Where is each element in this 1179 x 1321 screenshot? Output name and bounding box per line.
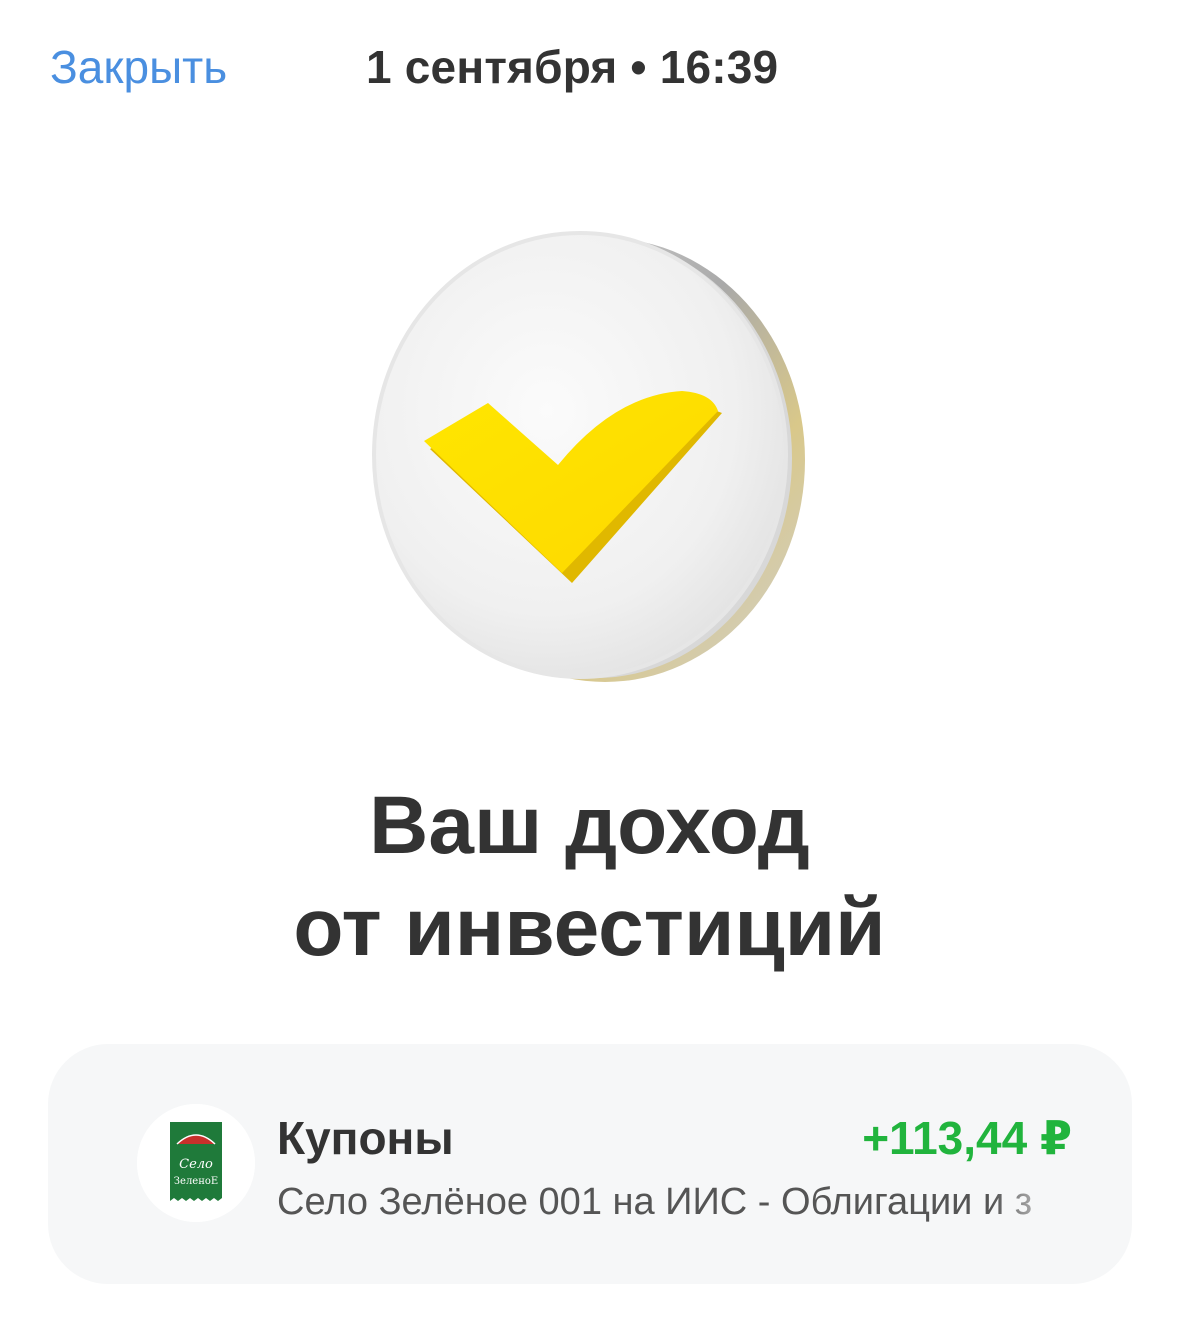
income-headline-line-2: от инвестиций: [293, 882, 886, 973]
operation-card[interactable]: Село ЗеленоЕ Купоны +113,44 ₽ Село Зелён…: [48, 1044, 1132, 1284]
issuer-logo-text-2: ЗеленоЕ: [174, 1176, 218, 1187]
issuer-logo: Село ЗеленоЕ: [137, 1104, 255, 1222]
operation-type: Купоны: [277, 1112, 454, 1164]
close-button[interactable]: Закрыть: [50, 38, 227, 96]
issuer-logo-text-1: Село: [179, 1157, 213, 1172]
income-headline-line-1: Ваш доход: [369, 780, 810, 871]
operation-datetime: 1 сентября • 16:39: [366, 41, 779, 93]
operation-detail-screen: Закрыть 1 сентября • 16:39 Ваш доход от …: [0, 0, 1179, 1321]
operation-description: Село Зелёное 001 на ИИС - Облигации и з: [277, 1181, 1033, 1223]
checkmark-coin-icon: [360, 225, 820, 695]
operation-amount: +113,44 ₽: [862, 1112, 1072, 1164]
income-headline: Ваш доход от инвестиций: [0, 775, 1179, 979]
